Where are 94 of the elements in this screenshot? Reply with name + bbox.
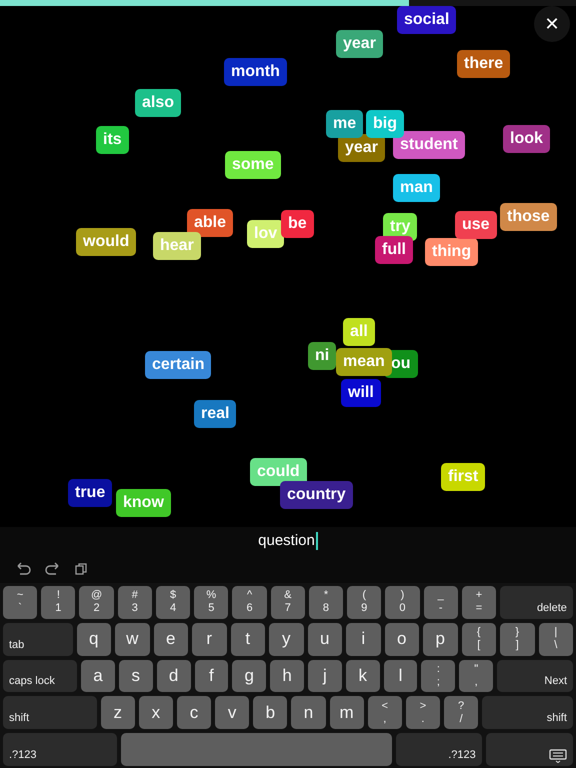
word-tile: full — [375, 236, 413, 264]
function-key[interactable]: delete — [500, 586, 573, 619]
letter-key[interactable]: k — [346, 660, 380, 692]
word-tile: use — [455, 211, 497, 239]
letter-key[interactable]: y — [269, 622, 304, 656]
symbol-key[interactable]: } ] — [500, 622, 534, 656]
redo-icon[interactable] — [45, 562, 61, 576]
word-tile: man — [393, 174, 440, 202]
word-tile: will — [341, 379, 381, 407]
letter-key[interactable]: j — [308, 660, 342, 692]
word-tile: look — [503, 125, 550, 153]
symbol-key[interactable]: $ 4 — [156, 586, 190, 619]
function-key[interactable]: tab — [3, 622, 72, 656]
symbol-key[interactable]: < , — [368, 696, 402, 730]
symbol-key[interactable]: # 3 — [118, 586, 152, 619]
word-tile: social — [397, 6, 456, 34]
word-tile: mean — [336, 348, 392, 376]
symbol-key[interactable]: % 5 — [194, 586, 228, 619]
symbol-key[interactable]: ^ 6 — [232, 586, 267, 619]
symbol-key[interactable]: ~ ` — [3, 586, 38, 619]
function-key[interactable]: .?123 — [3, 733, 117, 766]
letter-key[interactable]: l — [384, 660, 418, 692]
letter-key[interactable]: u — [308, 622, 342, 656]
word-tile: its — [96, 126, 129, 154]
letter-key[interactable]: m — [330, 696, 364, 730]
undo-icon[interactable] — [15, 562, 31, 576]
function-key[interactable]: caps lock — [3, 660, 78, 692]
letter-key[interactable]: d — [156, 660, 190, 692]
symbol-key[interactable]: { [ — [462, 622, 496, 656]
letter-key[interactable]: p — [423, 622, 458, 656]
word-tile: there — [457, 50, 510, 78]
letter-key[interactable]: r — [192, 622, 226, 656]
word-tile: me — [326, 110, 364, 138]
letter-key[interactable]: b — [253, 696, 288, 730]
letter-key[interactable]: v — [215, 696, 250, 730]
word-tile: ni — [308, 342, 336, 370]
symbol-key[interactable]: ! 1 — [41, 586, 76, 619]
letter-key[interactable]: q — [76, 622, 111, 656]
letter-key[interactable]: n — [291, 696, 326, 730]
letter-key[interactable]: t — [230, 622, 265, 656]
letter-key[interactable]: c — [176, 696, 212, 730]
symbol-key[interactable]: | \ — [538, 622, 573, 656]
word-tile: hear — [153, 232, 201, 260]
word-tile: student — [393, 131, 465, 159]
answer-field[interactable]: question — [258, 532, 318, 550]
letter-key[interactable]: i — [346, 622, 380, 656]
word-tile: true — [68, 479, 112, 507]
letter-key[interactable]: w — [115, 622, 150, 656]
word-tile: first — [441, 463, 486, 491]
word-tile: know — [116, 489, 171, 517]
symbol-key[interactable]: + = — [462, 586, 496, 619]
word-tile: all — [343, 318, 375, 346]
letter-key[interactable]: x — [138, 696, 173, 730]
symbol-key[interactable]: _ - — [424, 586, 458, 619]
symbol-key[interactable]: ( 9 — [347, 586, 382, 619]
letter-key[interactable]: o — [384, 622, 419, 656]
letter-key[interactable]: e — [154, 622, 188, 656]
keyboard-hide-key[interactable] — [486, 733, 573, 766]
word-tile: those — [500, 203, 557, 231]
symbol-key[interactable]: > . — [406, 696, 440, 730]
word-tile: thing — [425, 238, 478, 266]
letter-key[interactable]: s — [118, 660, 153, 692]
function-key[interactable]: .?123 — [396, 733, 482, 766]
symbol-key[interactable]: ? / — [444, 696, 478, 730]
letter-key[interactable]: z — [100, 696, 135, 730]
word-tile: real — [194, 400, 236, 428]
symbol-key[interactable]: ) 0 — [385, 586, 420, 619]
function-key[interactable]: shift — [3, 696, 97, 730]
word-tile: also — [135, 89, 182, 117]
keyboard-icon — [549, 748, 567, 763]
symbol-key[interactable]: @ 2 — [79, 586, 114, 619]
word-tile: big — [366, 110, 404, 138]
word-tile: year — [336, 30, 383, 58]
function-key[interactable]: Next — [497, 660, 574, 692]
word-tile: certain — [145, 351, 212, 379]
word-tile: be — [281, 210, 314, 238]
symbol-key[interactable]: & 7 — [270, 586, 305, 619]
word-tile: some — [225, 151, 281, 179]
letter-key[interactable]: h — [270, 660, 304, 692]
symbol-key[interactable]: * 8 — [308, 586, 344, 619]
letter-key[interactable]: f — [194, 660, 228, 692]
letter-key[interactable]: g — [232, 660, 266, 692]
symbol-key[interactable]: : ; — [421, 660, 456, 692]
word-tile: country — [280, 481, 353, 509]
word-tile: would — [76, 228, 136, 256]
word-tile: able — [187, 209, 234, 237]
close-button[interactable]: ✕ — [534, 6, 570, 42]
paste-icon[interactable] — [75, 563, 87, 575]
function-key[interactable]: shift — [482, 696, 573, 730]
word-tile: month — [224, 58, 287, 86]
word-tile: could — [250, 458, 307, 486]
word-tile: lov — [247, 220, 284, 248]
letter-key[interactable]: a — [81, 660, 115, 692]
symbol-key[interactable]: " , — [459, 660, 494, 692]
